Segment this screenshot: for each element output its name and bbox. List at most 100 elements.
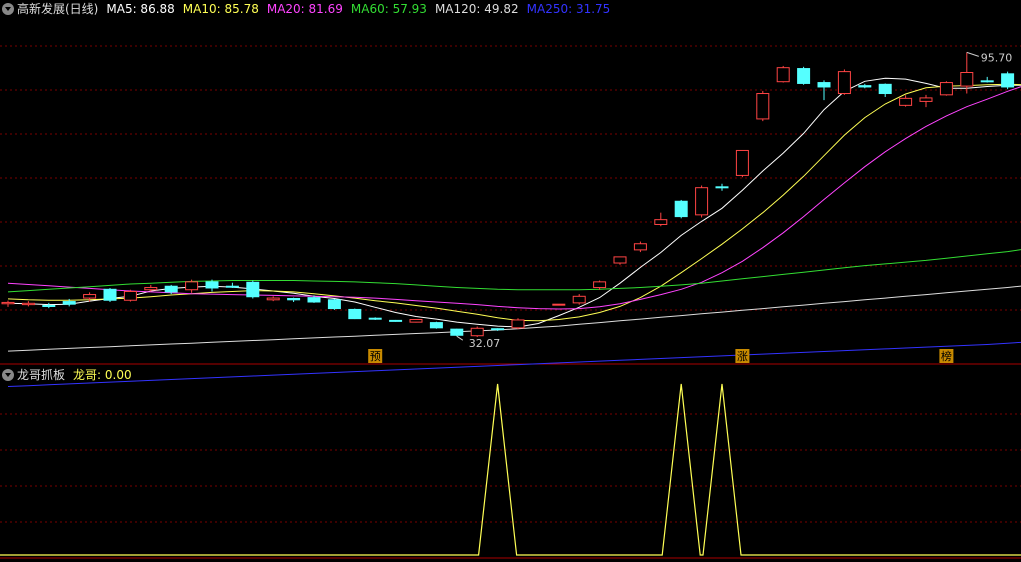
- candle: [878, 83, 892, 98]
- candle-body: [572, 295, 586, 304]
- candle: [429, 321, 443, 329]
- signal-marker: 榜: [939, 349, 954, 363]
- candle: [756, 90, 770, 122]
- candle-body: [817, 82, 831, 88]
- candle: [695, 185, 709, 218]
- candle-body: [980, 80, 994, 83]
- candle-body: [103, 288, 117, 301]
- candle: [185, 279, 199, 293]
- ma-legend-item: MA20: 81.69: [266, 2, 343, 16]
- candle: [980, 76, 994, 83]
- candle-body: [654, 219, 668, 225]
- ma-legend-item: MA60: 57.93: [350, 2, 427, 16]
- candle-body: [552, 303, 566, 306]
- candle-body: [62, 301, 76, 305]
- candle: [633, 241, 647, 253]
- candle: [511, 318, 525, 330]
- signal-marker-text: 涨: [737, 350, 748, 363]
- candle: [470, 326, 484, 338]
- candle: [593, 280, 607, 290]
- candle: [552, 303, 566, 306]
- candle-body: [939, 82, 953, 96]
- candle-body: [144, 287, 158, 291]
- low-price-label: 32.07: [469, 337, 501, 350]
- candle-body: [613, 256, 627, 264]
- ma-legend-item: MA120: 49.82: [434, 2, 519, 16]
- candle-body: [470, 327, 484, 337]
- candle-body: [919, 97, 933, 102]
- high-price-label: 95.70: [981, 51, 1013, 64]
- candle-body: [327, 299, 341, 310]
- signal-marker-text: 榜: [941, 349, 952, 363]
- candle: [21, 301, 35, 307]
- candle: [674, 199, 688, 219]
- candle-body: [21, 302, 35, 306]
- candle-body: [42, 305, 56, 308]
- high-pointer: [966, 51, 979, 57]
- candle-body: [185, 281, 199, 291]
- ma60-line: [7, 249, 1021, 293]
- dropdown-icon[interactable]: [2, 369, 14, 381]
- indicator-line: [0, 383, 1021, 556]
- candle-body: [776, 67, 790, 83]
- candle: [776, 65, 790, 83]
- candle: [1, 300, 15, 307]
- candle-body: [348, 308, 362, 320]
- indicator-value: 龙哥: 0.00: [73, 368, 132, 382]
- signal-marker: 预: [368, 349, 383, 363]
- candle-body: [837, 71, 851, 95]
- indicator-legend: 龙哥抓板 龙哥: 0.00: [0, 367, 140, 383]
- candle-body: [123, 290, 137, 301]
- candle-body: [307, 297, 321, 303]
- candle: [225, 282, 239, 288]
- candle: [837, 69, 851, 95]
- main-legend: 高新发展(日线) MA5: 86.88 MA10: 85.78 MA20: 81.69…: [0, 1, 626, 17]
- candle-body: [695, 187, 709, 216]
- candle: [205, 279, 219, 292]
- candle-body: [735, 149, 749, 176]
- candle: [858, 83, 872, 89]
- candle-body: [429, 322, 443, 329]
- candle: [960, 52, 974, 94]
- candle: [42, 302, 56, 309]
- ma-legend-item: MA5: 86.88: [106, 2, 175, 16]
- candle-body: [633, 243, 647, 251]
- candle: [1001, 71, 1015, 90]
- candle-body: [389, 319, 403, 322]
- candle: [266, 296, 280, 302]
- candle: [103, 287, 117, 302]
- candle-body: [858, 85, 872, 88]
- candle-body: [491, 328, 505, 331]
- candle-body: [511, 319, 525, 329]
- candle: [246, 280, 260, 299]
- candle-body: [593, 281, 607, 289]
- candle: [327, 298, 341, 310]
- dropdown-icon[interactable]: [2, 3, 14, 15]
- signal-marker: 涨: [735, 349, 750, 363]
- candle: [899, 95, 913, 107]
- signal-marker-text: 预: [370, 350, 381, 363]
- candle: [654, 212, 668, 227]
- candle-body: [756, 93, 770, 120]
- candle: [735, 149, 749, 178]
- candle-body: [287, 297, 301, 301]
- candle: [613, 256, 627, 265]
- candle-body: [83, 294, 97, 299]
- candle-body: [1001, 73, 1015, 88]
- candle: [348, 308, 362, 320]
- candle-body: [368, 317, 382, 320]
- candle: [797, 66, 811, 85]
- ma120-line: [7, 285, 1021, 352]
- candle: [572, 294, 586, 305]
- candle-body: [960, 71, 974, 87]
- candle-body: [715, 186, 729, 189]
- ma-legend-item: MA250: 31.75: [526, 2, 611, 16]
- candle: [450, 328, 464, 337]
- main-panel-title: 高新发展(日线): [17, 2, 99, 16]
- candle-body: [409, 319, 423, 323]
- candle-body: [450, 328, 464, 336]
- candle: [389, 319, 403, 322]
- low-pointer: [456, 335, 464, 341]
- candle: [939, 81, 953, 96]
- candle: [715, 183, 729, 191]
